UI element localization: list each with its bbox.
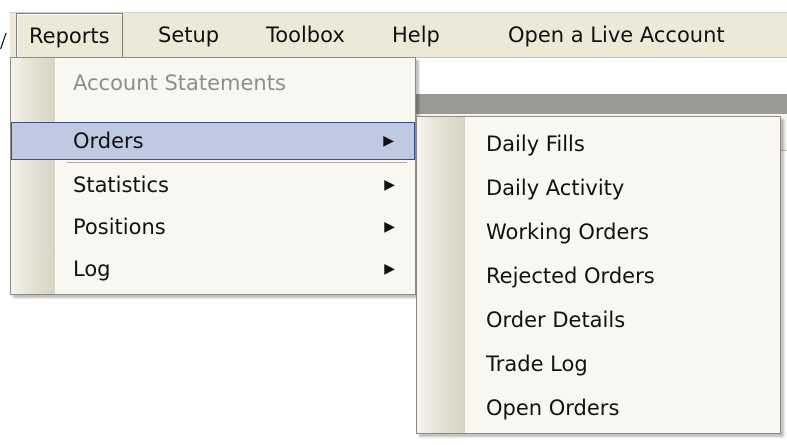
menu-item-label: Account Statements (73, 71, 286, 95)
triangle-right-icon: ▶ (384, 177, 395, 193)
menu-item-label: Statistics (73, 173, 169, 197)
submenu-item-rejected-orders[interactable]: Rejected Orders (417, 254, 780, 298)
submenu-item-open-orders[interactable]: Open Orders (417, 386, 780, 430)
menu-item-label: Order Details (486, 308, 626, 332)
menu-item-label: Positions (73, 215, 166, 239)
submenu-item-trade-log[interactable]: Trade Log (417, 342, 780, 386)
menu-item-label: Trade Log (486, 352, 588, 376)
menu-open-live-account[interactable]: Open a Live Account (496, 13, 737, 57)
menu-item-label: Open Orders (486, 396, 620, 420)
triangle-right-icon: ▶ (384, 219, 395, 235)
menu-item-label: Daily Activity (486, 176, 625, 200)
submenu-item-order-details[interactable]: Order Details (417, 298, 780, 342)
menu-item-label: Working Orders (486, 220, 649, 244)
triangle-right-icon: ▶ (383, 133, 394, 149)
menu-toolbox[interactable]: Toolbox (254, 13, 357, 57)
menu-item-label: Rejected Orders (486, 264, 655, 288)
submenu-item-daily-activity[interactable]: Daily Activity (417, 166, 780, 210)
menu-item-orders[interactable]: Orders ▶ (11, 122, 415, 160)
reports-dropdown-menu: Account Statements Orders ▶ Statistics ▶… (10, 57, 416, 295)
menu-separator (67, 162, 407, 163)
menu-help[interactable]: Help (380, 13, 452, 57)
menu-setup[interactable]: Setup (146, 13, 231, 57)
menu-item-label: Daily Fills (486, 132, 585, 156)
orders-submenu: Daily Fills Daily Activity Working Order… (416, 116, 781, 434)
menu-item-label: Log (73, 257, 111, 281)
menu-item-statistics[interactable]: Statistics ▶ (11, 166, 415, 204)
submenu-item-working-orders[interactable]: Working Orders (417, 210, 780, 254)
submenu-item-daily-fills[interactable]: Daily Fills (417, 122, 780, 166)
menu-reports[interactable]: Reports (16, 13, 123, 59)
menu-item-log[interactable]: Log ▶ (11, 250, 415, 288)
menu-item-label: Orders (73, 129, 144, 153)
toolbar-strip (410, 94, 787, 114)
menu-item-positions[interactable]: Positions ▶ (11, 208, 415, 246)
menu-bar: Reports Setup Toolbox Help Open a Live A… (10, 12, 787, 59)
triangle-right-icon: ▶ (384, 261, 395, 277)
background-text-fragment: / (0, 29, 7, 55)
menu-item-account-statements: Account Statements (11, 64, 415, 102)
